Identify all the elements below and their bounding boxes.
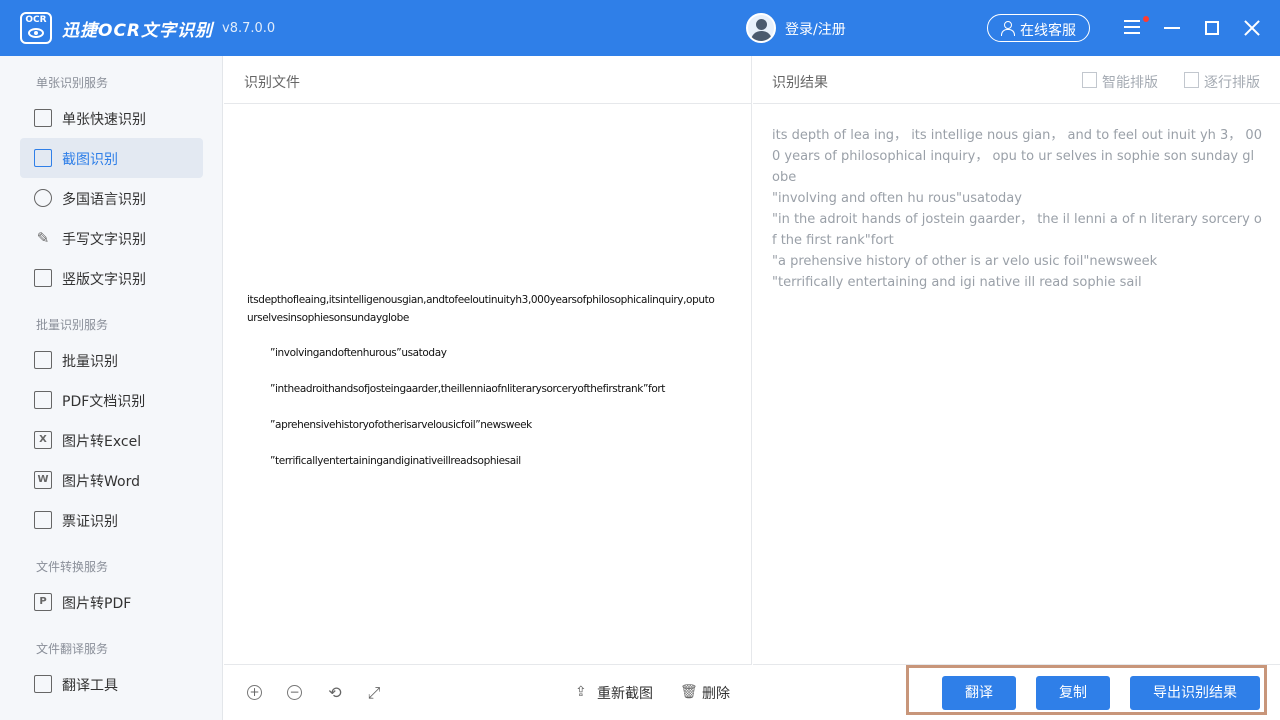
- recapture-button[interactable]: ⇪ 重新截图: [575, 683, 653, 703]
- id-card-icon: [34, 511, 52, 529]
- upload-icon: ⇪: [575, 684, 587, 700]
- file-panel-header: 识别文件: [224, 56, 752, 104]
- minimize-icon[interactable]: [1164, 27, 1180, 29]
- group-title-convert: 文件转换服务: [36, 560, 109, 574]
- recapture-label: 重新截图: [597, 686, 653, 702]
- document-line: ”aprehensivehistoryofotherisarvelousicfo…: [270, 419, 532, 431]
- smart-layout-icon: [1082, 72, 1097, 88]
- title-bar: OCR 迅捷OCR文字识别 v8.7.0.0 登录/注册 在线客服: [0, 0, 1280, 56]
- sidebar-item-label: 图片转PDF: [62, 596, 132, 612]
- result-text-area[interactable]: its depth of lea ing， its intellige nous…: [772, 125, 1262, 293]
- result-line: "a prehensive history of other is ar vel…: [772, 254, 1158, 269]
- sidebar-item-image-to-excel[interactable]: X 图片转Excel: [20, 420, 203, 460]
- app-name: 迅捷OCR文字识别: [62, 21, 214, 41]
- image-lightning-icon: [34, 109, 52, 127]
- word-icon: W: [34, 471, 52, 489]
- result-line: "terrifically entertaining and igi nativ…: [772, 275, 1142, 290]
- pdf-file-icon: P: [34, 593, 52, 611]
- group-title-single: 单张识别服务: [36, 76, 109, 90]
- smart-layout-label: 智能排版: [1102, 75, 1158, 91]
- delete-button[interactable]: 🗑 删除: [680, 683, 730, 703]
- crop-icon: [34, 149, 52, 167]
- notification-dot: [1143, 16, 1149, 22]
- file-panel-title: 识别文件: [244, 75, 300, 91]
- sidebar-item-image-to-pdf[interactable]: P 图片转PDF: [20, 582, 203, 622]
- document-line: ”terrificallyentertainingandiginativeill…: [270, 455, 521, 467]
- menu-icon[interactable]: [1124, 20, 1140, 34]
- stack-icon: [34, 351, 52, 369]
- sidebar-item-label: 图片转Excel: [62, 434, 142, 450]
- result-line: "in the adroit hands of jostein gaarder，…: [772, 212, 1262, 248]
- document-line: ”involvingandoftenhurous”usatoday: [270, 347, 447, 359]
- line-layout-icon: [1184, 72, 1199, 88]
- sidebar-item-vertical-text[interactable]: 竖版文字识别: [20, 258, 203, 298]
- sidebar-item-label: 翻译工具: [62, 678, 118, 694]
- pdf-icon: [34, 391, 52, 409]
- excel-icon: X: [34, 431, 52, 449]
- online-service-button[interactable]: 在线客服: [987, 14, 1090, 42]
- smart-layout-button[interactable]: 智能排版: [1082, 72, 1158, 92]
- sidebar-item-label: PDF文档识别: [62, 394, 146, 410]
- zoom-out-icon[interactable]: −: [287, 685, 302, 700]
- vertical-text-icon: [34, 269, 52, 287]
- login-register-link[interactable]: 登录/注册: [785, 19, 846, 39]
- online-service-label: 在线客服: [1020, 23, 1076, 39]
- sidebar-item-label: 截图识别: [62, 152, 118, 168]
- globe-icon: [34, 189, 52, 207]
- app-logo-icon: OCR: [20, 12, 52, 44]
- maximize-icon[interactable]: [1205, 21, 1219, 35]
- line-layout-label: 逐行排版: [1204, 75, 1260, 91]
- sidebar-item-label: 图片转Word: [62, 474, 140, 490]
- document-line: ”intheadroithandsofjosteingaarder,theill…: [270, 383, 665, 395]
- translate-icon: [34, 675, 52, 693]
- fit-screen-icon[interactable]: ⤢: [365, 684, 383, 702]
- sidebar-item-label: 批量识别: [62, 354, 118, 370]
- line-layout-button[interactable]: 逐行排版: [1184, 72, 1260, 92]
- sidebar-item-label: 多国语言识别: [62, 192, 146, 208]
- avatar[interactable]: [746, 13, 776, 43]
- sidebar-item-screenshot-recognition[interactable]: 截图识别: [20, 138, 203, 178]
- result-panel-header: 识别结果: [753, 56, 1280, 104]
- sidebar-item-label: 票证识别: [62, 514, 118, 530]
- sidebar-item-pdf-recognition[interactable]: PDF文档识别: [20, 380, 203, 420]
- translate-button[interactable]: 翻译: [942, 676, 1016, 710]
- sidebar-item-label: 单张快速识别: [62, 112, 146, 128]
- sidebar-item-batch-recognition[interactable]: 批量识别: [20, 340, 203, 380]
- export-results-button[interactable]: 导出识别结果: [1130, 676, 1260, 710]
- logo-text: OCR: [25, 15, 47, 25]
- delete-label: 删除: [702, 686, 730, 702]
- sidebar-item-label: 竖版文字识别: [62, 272, 146, 288]
- group-title-batch: 批量识别服务: [36, 318, 109, 332]
- file-toolbar: [224, 664, 752, 720]
- document-line: itsdepthofleaing,itsintelligenousgian,an…: [247, 294, 715, 324]
- zoom-in-icon[interactable]: +: [247, 685, 262, 700]
- rotate-icon[interactable]: ⟲: [326, 684, 344, 702]
- pen-icon: ✎: [36, 229, 50, 247]
- copy-button[interactable]: 复制: [1036, 676, 1110, 710]
- user-icon: [1001, 21, 1015, 36]
- sidebar-item-multilanguage[interactable]: 多国语言识别: [20, 178, 203, 218]
- app-version: v8.7.0.0: [222, 21, 276, 36]
- sidebar-item-image-to-word[interactable]: W 图片转Word: [20, 460, 203, 500]
- sidebar-item-quick-recognition[interactable]: 单张快速识别: [20, 98, 203, 138]
- close-icon[interactable]: [1243, 19, 1261, 37]
- eye-icon: [28, 28, 44, 38]
- sidebar-item-label: 手写文字识别: [62, 232, 146, 248]
- result-panel-title: 识别结果: [772, 75, 828, 91]
- trash-icon: 🗑: [680, 684, 698, 700]
- sidebar-item-handwriting[interactable]: ✎ 手写文字识别: [20, 218, 203, 258]
- result-line: its depth of lea ing， its intellige nous…: [772, 128, 1262, 185]
- sidebar-item-certificate[interactable]: 票证识别: [20, 500, 203, 540]
- result-line: "involving and often hu rous"usatoday: [772, 191, 1022, 206]
- group-title-translate: 文件翻译服务: [36, 642, 109, 656]
- sidebar-item-translate-tool[interactable]: 翻译工具: [20, 664, 203, 704]
